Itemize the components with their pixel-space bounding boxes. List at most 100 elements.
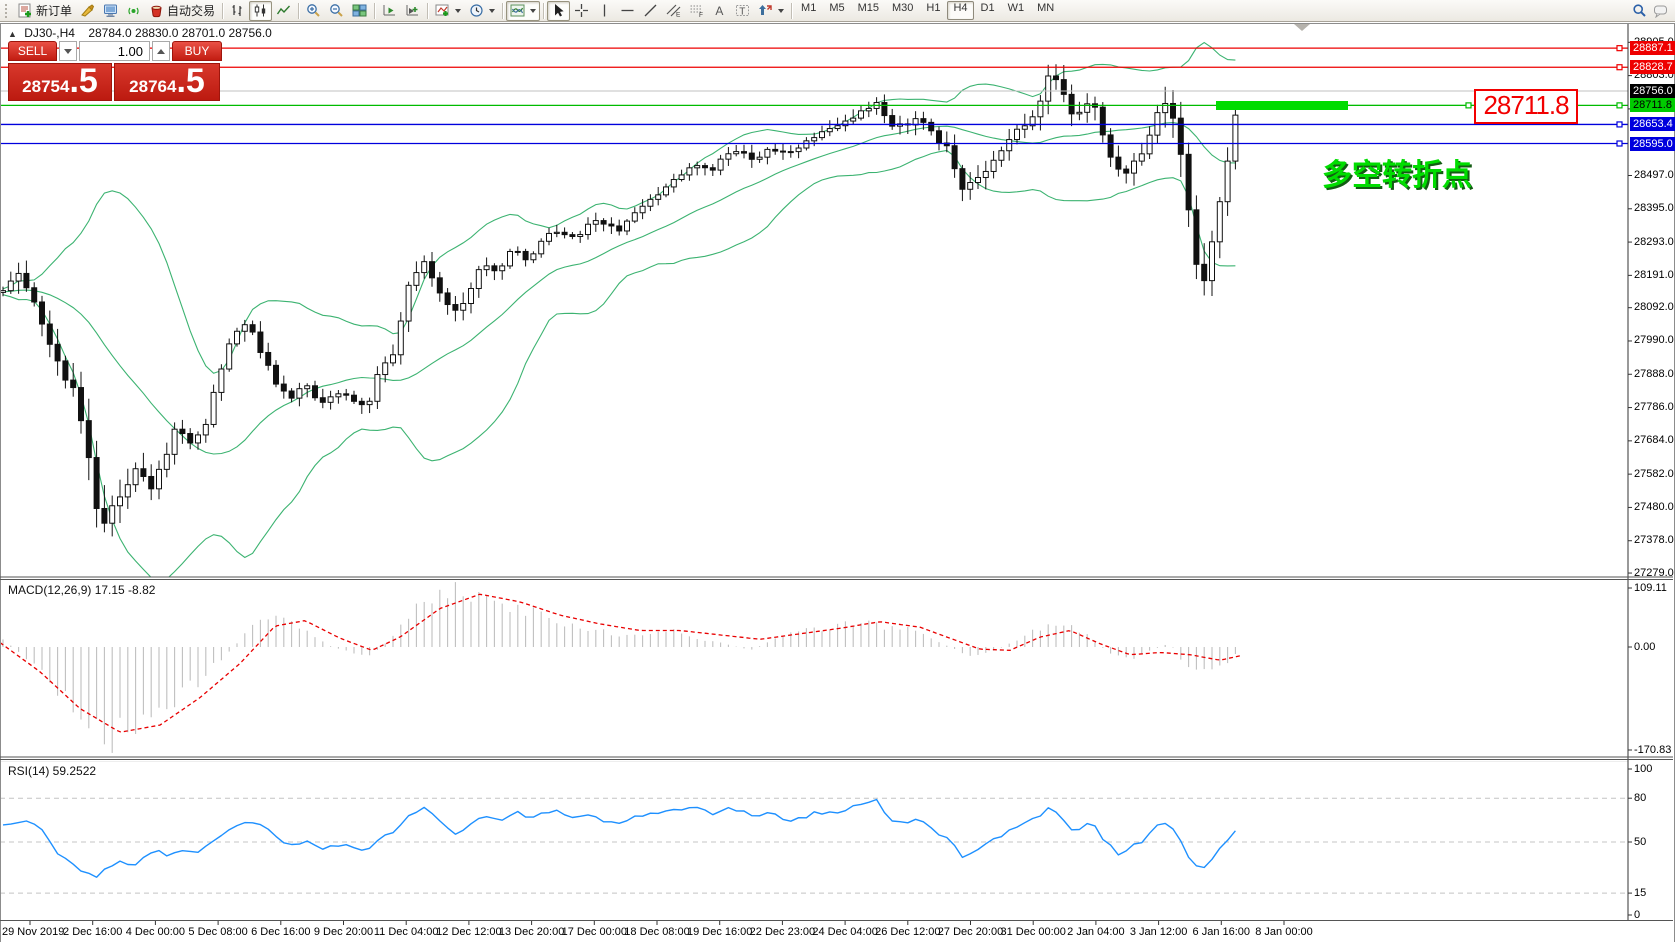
rsi-scale-label: 15	[1634, 887, 1646, 900]
volume-increase-button[interactable]	[152, 41, 170, 61]
channel-tool-button[interactable]: E	[662, 1, 685, 21]
horizontal-line-tool-button[interactable]	[616, 1, 639, 21]
toolbar-drag-handle[interactable]	[5, 4, 12, 18]
price-tick-label: 27786.0	[1634, 401, 1674, 414]
one-click-trading-panel: SELL 1.00 BUY 28754.5 28764.5	[8, 41, 222, 101]
price-line-label-28595.0[interactable]: 28595.0	[1630, 137, 1675, 151]
timeframe-button-M5[interactable]: M5	[823, 1, 850, 20]
autoscroll-icon	[382, 3, 397, 18]
search-icon[interactable]	[1632, 3, 1647, 18]
candlestick-icon	[253, 3, 268, 18]
triangle-up-icon	[157, 49, 165, 54]
price-line-label-28711.8[interactable]: 28711.8	[1630, 98, 1675, 112]
chart-shift-button[interactable]	[401, 1, 424, 21]
volume-input[interactable]: 1.00	[79, 41, 150, 61]
time-axis-label: 26 Dec 12:00	[875, 926, 940, 938]
timeframe-button-M15[interactable]: M15	[852, 1, 885, 20]
price-tick-label: 27582.0	[1634, 468, 1674, 481]
macd-scale-label: -170.83	[1634, 744, 1671, 757]
tile-windows-button[interactable]	[348, 1, 371, 21]
toolbar-separator	[222, 3, 223, 19]
line-chart-icon	[276, 3, 291, 18]
terminal-button[interactable]	[99, 1, 122, 21]
main-macd-splitter[interactable]	[0, 576, 1673, 581]
svg-text:A: A	[715, 4, 723, 18]
price-tick-label: 28497.0	[1634, 169, 1674, 182]
svg-text:E: E	[676, 12, 681, 19]
price-line-label-28756.0[interactable]: 28756.0	[1630, 84, 1675, 98]
cursor-tool-button[interactable]	[547, 1, 570, 21]
time-axis-label: 22 Dec 23:00	[750, 926, 815, 938]
timeframe-button-H4[interactable]: H4	[947, 1, 973, 20]
line-chart-mode-button[interactable]	[272, 1, 295, 21]
chart-autoscroll-button[interactable]	[378, 1, 401, 21]
rsi-indicator-label: RSI(14) 59.2522	[8, 764, 96, 778]
toolbar-separator	[791, 3, 792, 19]
arrows-dropdown[interactable]	[754, 1, 788, 21]
label-tool-button[interactable]: T	[731, 1, 754, 21]
indicators-icon	[510, 3, 525, 18]
timeframe-button-H1[interactable]: H1	[920, 1, 946, 20]
volume-decrease-button[interactable]	[59, 41, 77, 61]
collapse-ohlc-icon[interactable]	[8, 29, 17, 39]
text-tool-button[interactable]: A	[708, 1, 731, 21]
price-line-label-28653.4[interactable]: 28653.4	[1630, 117, 1675, 131]
styles-brush-button[interactable]	[76, 1, 99, 21]
price-tick-label: 27888.0	[1634, 368, 1674, 381]
clock-icon	[469, 3, 484, 18]
price-line-label-28828.7[interactable]: 28828.7	[1630, 60, 1675, 74]
price-line-label-28887.1[interactable]: 28887.1	[1630, 41, 1675, 55]
crosshair-tool-button[interactable]	[570, 1, 593, 21]
time-axis-label: 18 Dec 08:00	[624, 926, 689, 938]
turning-point-annotation[interactable]: 多空转折点	[1322, 150, 1472, 194]
time-axis-label: 17 Dec 00:00	[562, 926, 627, 938]
toolbar-separator	[502, 3, 503, 19]
sell-button[interactable]: SELL	[8, 41, 57, 61]
indicators-dropdown[interactable]	[506, 1, 540, 21]
chevron-down-icon	[530, 9, 536, 13]
buy-button[interactable]: BUY	[172, 41, 222, 61]
buy-price-display[interactable]: 28764.5	[114, 63, 220, 101]
timeframe-button-W1[interactable]: W1	[1002, 1, 1031, 20]
zoom-out-button[interactable]	[325, 1, 348, 21]
vertical-line-icon	[597, 3, 612, 18]
crosshair-icon	[574, 3, 589, 18]
price-tick-label: 27684.0	[1634, 434, 1674, 447]
vertical-line-tool-button[interactable]	[593, 1, 616, 21]
horizontal-line-icon	[620, 3, 635, 18]
timeframe-button-MN[interactable]: MN	[1031, 1, 1060, 20]
timeframe-button-M1[interactable]: M1	[795, 1, 822, 20]
timeframe-button-D1[interactable]: D1	[975, 1, 1001, 20]
ohlc-bars-icon	[230, 3, 245, 18]
time-axis-label: 12 Dec 12:00	[436, 926, 501, 938]
bar-chart-mode-button[interactable]	[226, 1, 249, 21]
symbol-period-label: DJ30-,H4	[24, 26, 75, 40]
time-axis-label: 3 Jan 12:00	[1130, 926, 1188, 938]
macd-indicator-label: MACD(12,26,9) 17.15 -8.82	[8, 583, 155, 597]
chart-header: DJ30-,H4 28784.0 28830.0 28701.0 28756.0	[8, 26, 272, 40]
macd-rsi-splitter[interactable]	[0, 756, 1673, 761]
chat-icon[interactable]	[1653, 3, 1668, 18]
price-tick-label: 28293.0	[1634, 236, 1674, 249]
new-order-button[interactable]: 新订单	[14, 1, 76, 21]
fibonacci-tool-button[interactable]: F	[685, 1, 708, 21]
periods-dropdown[interactable]	[465, 1, 499, 21]
sell-price-display[interactable]: 28754.5	[8, 63, 112, 101]
autotrading-button[interactable]: 自动交易	[145, 1, 219, 21]
text-tool-icon: A	[712, 3, 727, 18]
time-axis-label: 6 Jan 16:00	[1193, 926, 1251, 938]
time-axis-label: 31 Dec 00:00	[1000, 926, 1065, 938]
zoom-in-button[interactable]	[302, 1, 325, 21]
new-chart-dropdown[interactable]	[431, 1, 465, 21]
trendline-tool-button[interactable]	[639, 1, 662, 21]
price-tick-label: 28092.0	[1634, 301, 1674, 314]
price-callout-box[interactable]: 28711.8	[1474, 89, 1578, 124]
toolbar-separator	[298, 3, 299, 19]
candlestick-mode-button[interactable]	[249, 1, 272, 21]
rsi-scale-label: 50	[1634, 836, 1646, 849]
cursor-icon	[551, 3, 566, 18]
timeframe-button-M30[interactable]: M30	[886, 1, 919, 20]
signals-button[interactable]	[122, 1, 145, 21]
equidistant-channel-icon: E	[666, 3, 681, 18]
time-axis-label: 2 Jan 04:00	[1067, 926, 1125, 938]
